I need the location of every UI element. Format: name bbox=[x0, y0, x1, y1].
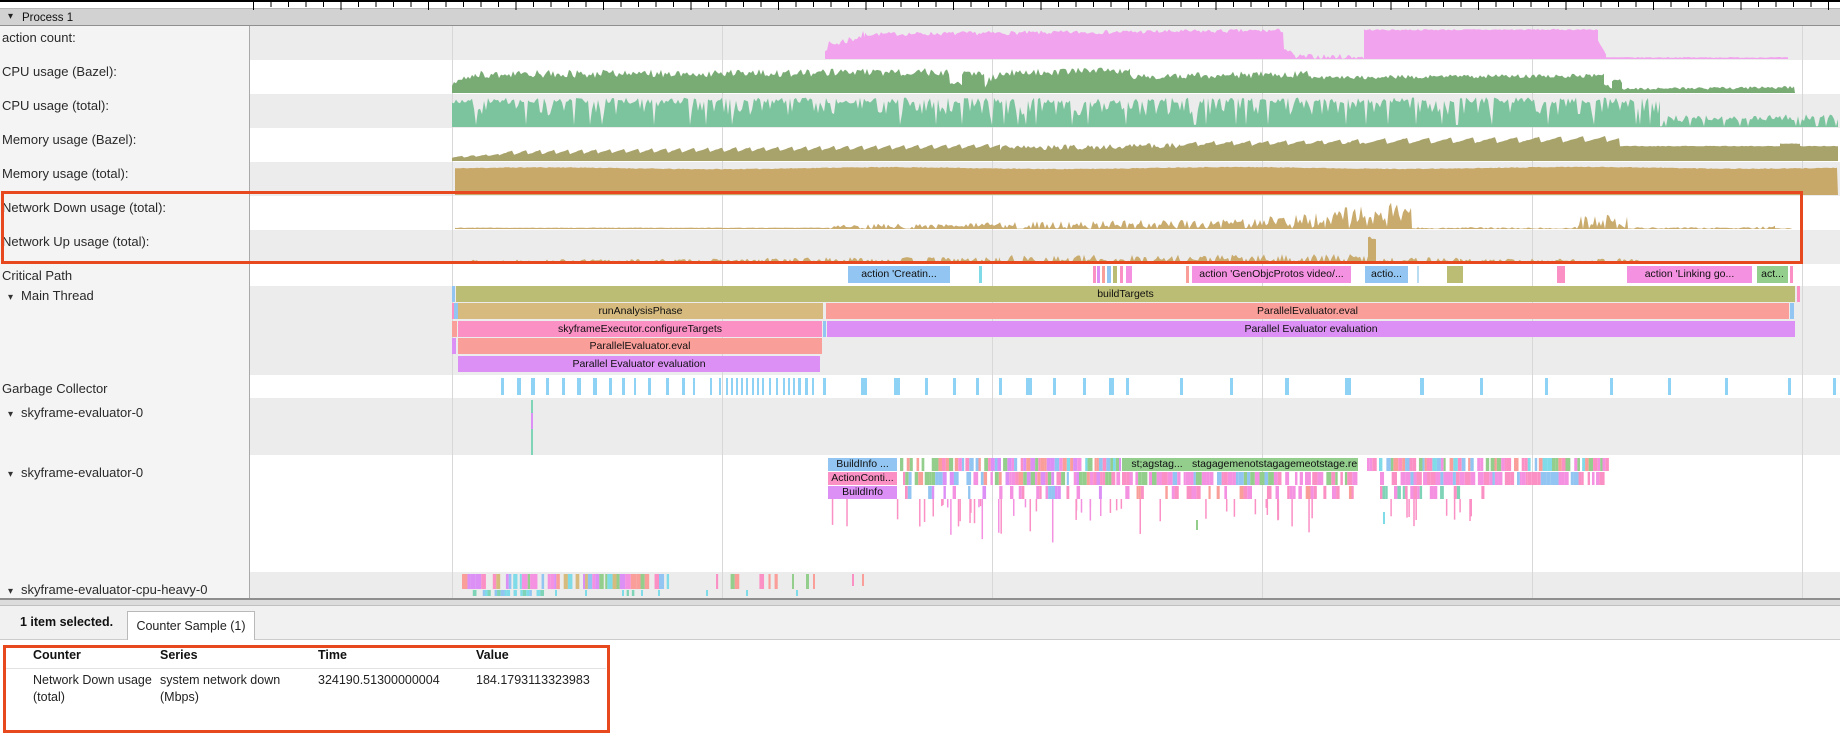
track-row-bg bbox=[250, 26, 1840, 60]
track-label-cpu-usage-bazel-[interactable]: CPU usage (Bazel): bbox=[2, 64, 117, 79]
collapse-triangle-icon[interactable]: ▾ bbox=[8, 292, 13, 303]
timeline-slice-action-linking-go-[interactable]: action 'Linking go... bbox=[1627, 266, 1752, 283]
col-header-value: Value bbox=[476, 648, 509, 662]
timeline-slice[interactable] bbox=[823, 321, 826, 337]
timeline-slice[interactable] bbox=[1102, 266, 1105, 283]
timeline-slice[interactable] bbox=[1447, 266, 1463, 283]
timeline-slice[interactable] bbox=[1120, 266, 1123, 283]
timeline-slice-skyframeexecutor-configuretarg[interactable]: skyframeExecutor.configureTargets bbox=[458, 321, 822, 337]
timeline-slice-actionconti-[interactable]: ActionConti... bbox=[828, 472, 897, 485]
track-row-bg bbox=[250, 398, 1840, 455]
thread-name: skyframe-evaluator-cpu-heavy-0 bbox=[21, 582, 207, 597]
track-label-cpu-usage-total-[interactable]: CPU usage (total): bbox=[2, 98, 109, 113]
process-label: Process 1 bbox=[22, 12, 73, 24]
collapse-triangle-icon[interactable]: ▾ bbox=[8, 409, 13, 420]
cell-value[interactable]: 184.1793113323983 bbox=[476, 672, 590, 689]
timeline-slice-act-[interactable]: act... bbox=[1757, 266, 1788, 283]
track-label-action-count-[interactable]: action count: bbox=[2, 30, 76, 45]
timeline-slice-action-genobjcprotos-video-[interactable]: action 'GenObjcProtos video/... bbox=[1192, 266, 1351, 283]
col-header-series: Series bbox=[160, 648, 198, 662]
timeline-slice-stagagemenotstagagemeotstage-r[interactable]: stagagemenotstagagemeotstage.remot... bbox=[1192, 458, 1358, 471]
collapse-triangle-icon[interactable]: ▾ bbox=[8, 586, 13, 597]
timeline-slice[interactable] bbox=[1790, 266, 1793, 283]
track-label-memory-usage-bazel-[interactable]: Memory usage (Bazel): bbox=[2, 132, 136, 147]
thread-name: skyframe-evaluator-0 bbox=[21, 465, 143, 480]
timeline-slice[interactable] bbox=[1113, 266, 1117, 283]
timeline-pane[interactable]: ▾ Process 1 action count: CPU usage (Baze… bbox=[0, 0, 1840, 598]
timeline-slice[interactable] bbox=[1107, 266, 1111, 283]
counter-sample-table: Counter Series Time Value Network Down u… bbox=[0, 640, 1840, 742]
timeline-slice-parallelevaluator-eval[interactable]: ParallelEvaluator.eval bbox=[826, 303, 1789, 319]
col-header-time: Time bbox=[318, 648, 347, 662]
timeline-slice[interactable] bbox=[1797, 286, 1800, 302]
timeline-slice-action-creatin-[interactable]: action 'Creatin... bbox=[848, 266, 950, 283]
track-label-critical-path[interactable]: Critical Path bbox=[2, 268, 72, 283]
track-row-bg bbox=[250, 264, 1840, 286]
track-row-bg bbox=[250, 94, 1840, 128]
thread-name: Main Thread bbox=[21, 288, 94, 303]
thread-track-label-skyframe-evaluator-0[interactable]: ▾ skyframe-evaluator-0 bbox=[8, 405, 143, 422]
selection-status: 1 item selected. bbox=[20, 615, 113, 629]
timeline-slice[interactable] bbox=[1093, 266, 1096, 283]
track-label-network-up-usage-total-[interactable]: Network Up usage (total): bbox=[2, 234, 149, 249]
track-sidebar: action count: CPU usage (Bazel): CPU usage… bbox=[0, 26, 250, 598]
timeline-slice[interactable] bbox=[452, 338, 456, 354]
timeline-slice-parallel-evaluator-evaluation[interactable]: Parallel Evaluator evaluation bbox=[458, 356, 820, 372]
track-row-bg bbox=[250, 572, 1840, 598]
timeline-slice[interactable] bbox=[1417, 266, 1419, 283]
track-row-bg bbox=[250, 455, 1840, 572]
cell-series[interactable]: system network down(Mbps) bbox=[160, 672, 280, 706]
bottom-tab-bar: 1 item selected. Counter Sample (1) bbox=[0, 606, 1840, 640]
thread-track-label-skyframe-evaluator-0[interactable]: ▾ skyframe-evaluator-0 bbox=[8, 465, 143, 482]
collapse-triangle-icon[interactable]: ▾ bbox=[8, 11, 13, 22]
thread-track-label-main-thread[interactable]: ▾ Main Thread bbox=[8, 288, 94, 305]
timeline-slice-buildtargets[interactable]: buildTargets bbox=[456, 286, 1795, 302]
timeline-slice[interactable] bbox=[1126, 266, 1132, 283]
timeline-slice-buildinfo-[interactable]: BuildInfo ... bbox=[828, 458, 897, 471]
track-row-bg bbox=[250, 162, 1840, 196]
timeline-slice-parallelevaluator-eval[interactable]: ParallelEvaluator.eval bbox=[458, 338, 822, 354]
timeline-slice-actio-[interactable]: actio... bbox=[1365, 266, 1408, 283]
track-label-garbage-collector[interactable]: Garbage Collector bbox=[2, 381, 108, 396]
timeline-slice[interactable] bbox=[452, 321, 457, 337]
timeline-slice[interactable] bbox=[1790, 303, 1794, 319]
tab-counter-sample[interactable]: Counter Sample (1) bbox=[127, 611, 255, 640]
cell-time[interactable]: 324190.51300000004 bbox=[318, 672, 440, 689]
track-row-bg bbox=[250, 230, 1840, 264]
timeline-slice[interactable] bbox=[452, 286, 455, 302]
timeline-slice[interactable] bbox=[979, 266, 982, 283]
col-header-counter: Counter bbox=[33, 648, 81, 662]
cell-counter[interactable]: Network Down usage(total) bbox=[33, 672, 152, 706]
panel-divider[interactable] bbox=[0, 598, 1840, 606]
thread-track-label-skyframe-evaluator-cpu-heavy-0[interactable]: ▾ skyframe-evaluator-cpu-heavy-0 bbox=[8, 582, 207, 599]
track-row-bg bbox=[250, 60, 1840, 94]
thread-name: skyframe-evaluator-0 bbox=[21, 405, 143, 420]
collapse-triangle-icon[interactable]: ▾ bbox=[8, 469, 13, 480]
track-label-memory-usage-total-[interactable]: Memory usage (total): bbox=[2, 166, 128, 181]
timeline-slice-parallel-evaluator-evaluation[interactable]: Parallel Evaluator evaluation bbox=[827, 321, 1795, 337]
timeline-slice-buildinfo[interactable]: BuildInfo bbox=[828, 486, 897, 499]
timeline-slice-runanalysisphase[interactable]: runAnalysisPhase bbox=[458, 303, 823, 319]
process-group-header[interactable]: ▾ Process 1 bbox=[0, 8, 1840, 26]
track-label-network-down-usage-total-[interactable]: Network Down usage (total): bbox=[2, 200, 166, 215]
timeline-slice[interactable] bbox=[1186, 266, 1189, 283]
table-header-separator bbox=[6, 668, 606, 669]
timeline-slice[interactable] bbox=[1097, 266, 1100, 283]
timeline-slice-st-agstag-[interactable]: st;agstag... bbox=[1122, 458, 1192, 471]
timeline-slice[interactable] bbox=[1557, 266, 1565, 283]
track-row-bg bbox=[250, 375, 1840, 398]
profiler-app: ▾ Process 1 action count: CPU usage (Baze… bbox=[0, 0, 1840, 742]
track-row-bg bbox=[250, 196, 1840, 230]
track-row-bg bbox=[250, 128, 1840, 162]
